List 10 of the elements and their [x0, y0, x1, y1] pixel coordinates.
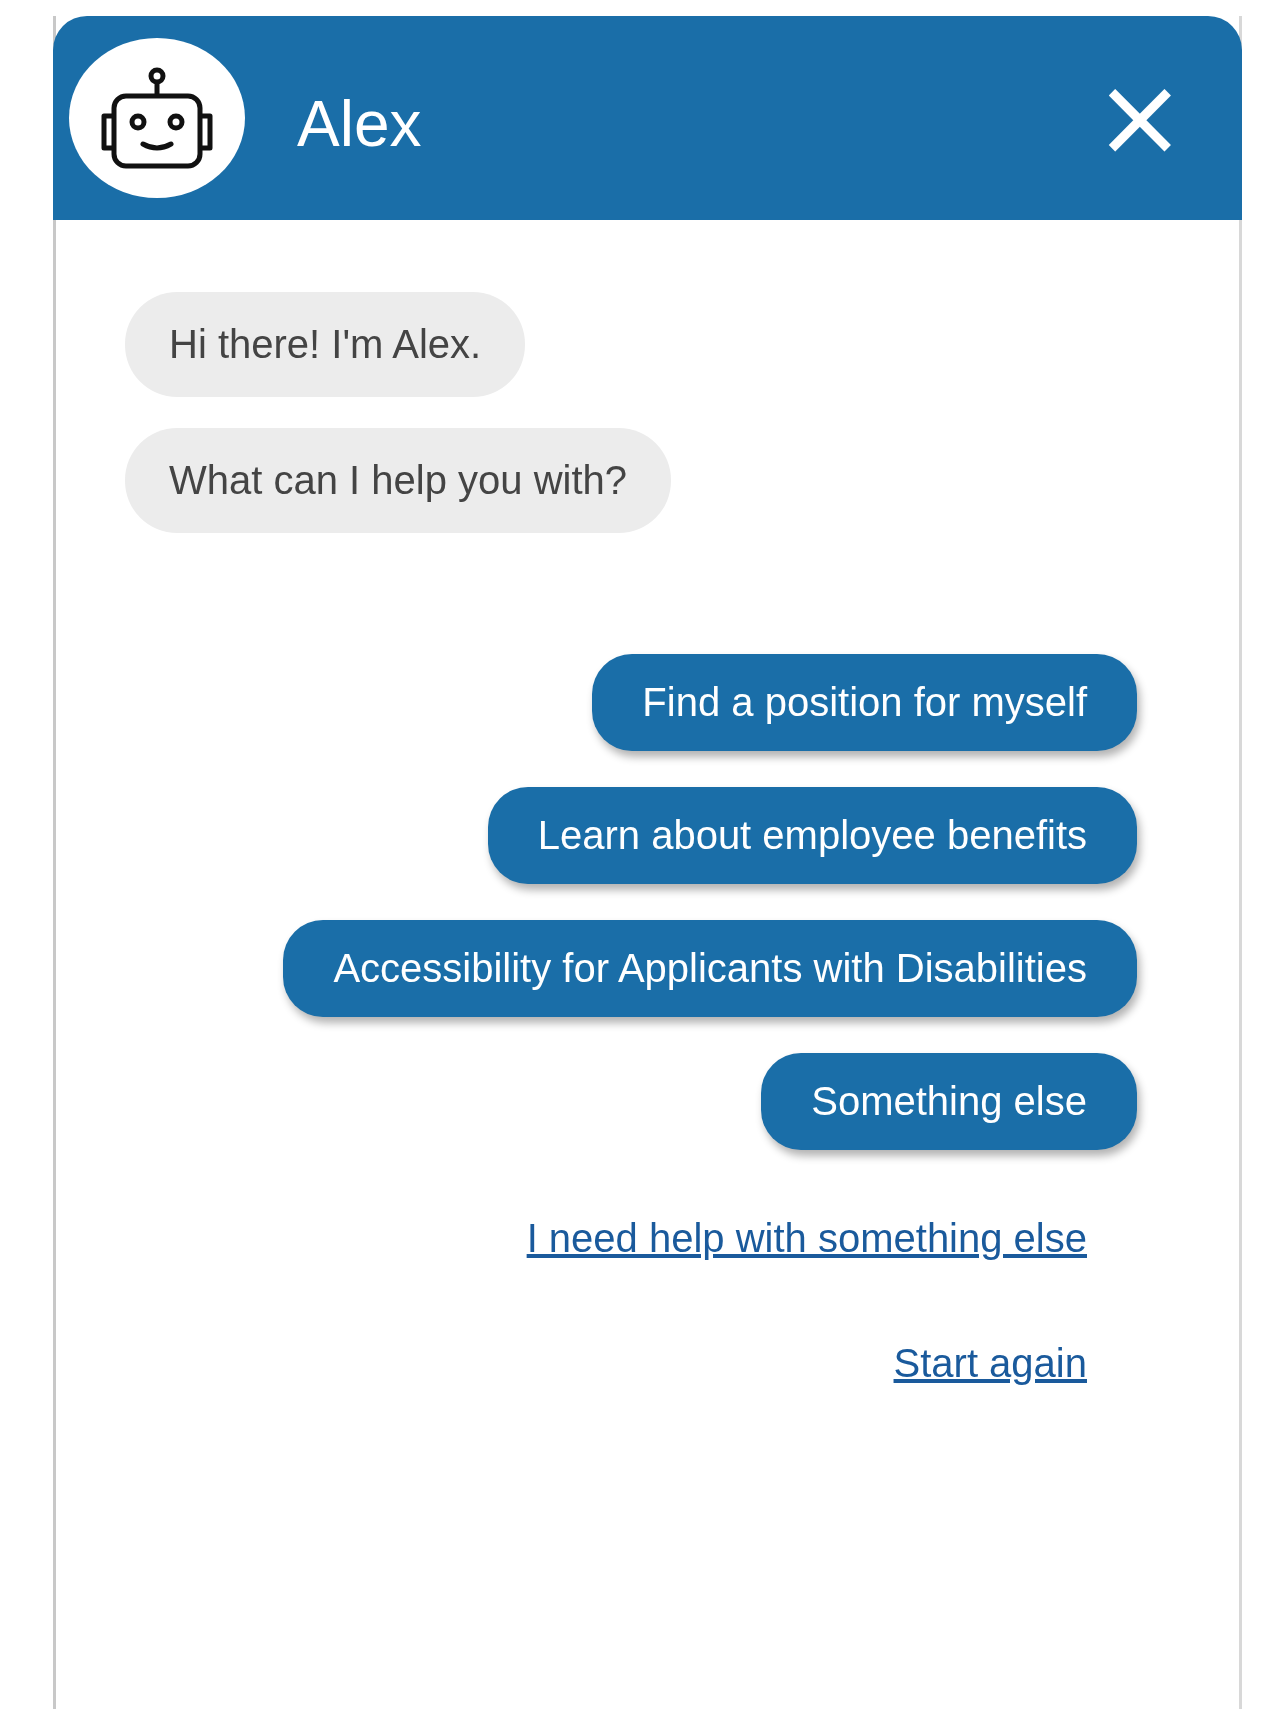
bot-message: What can I help you with? — [125, 428, 672, 533]
reply-option-button[interactable]: Learn about employee benefits — [487, 787, 1137, 884]
reply-option-button[interactable]: Find a position for myself — [592, 654, 1137, 751]
close-button[interactable]: × — [1093, 62, 1186, 172]
text-link[interactable]: Start again — [893, 1341, 1087, 1386]
bot-message: Hi there! I'm Alex. — [125, 292, 526, 397]
text-link[interactable]: I need help with something else — [526, 1216, 1087, 1261]
reply-option-button[interactable]: Accessibility for Applicants with Disabilities — [283, 920, 1137, 1017]
reply-option-button[interactable]: Something else — [761, 1053, 1137, 1150]
bot-name: Alex — [297, 87, 422, 161]
